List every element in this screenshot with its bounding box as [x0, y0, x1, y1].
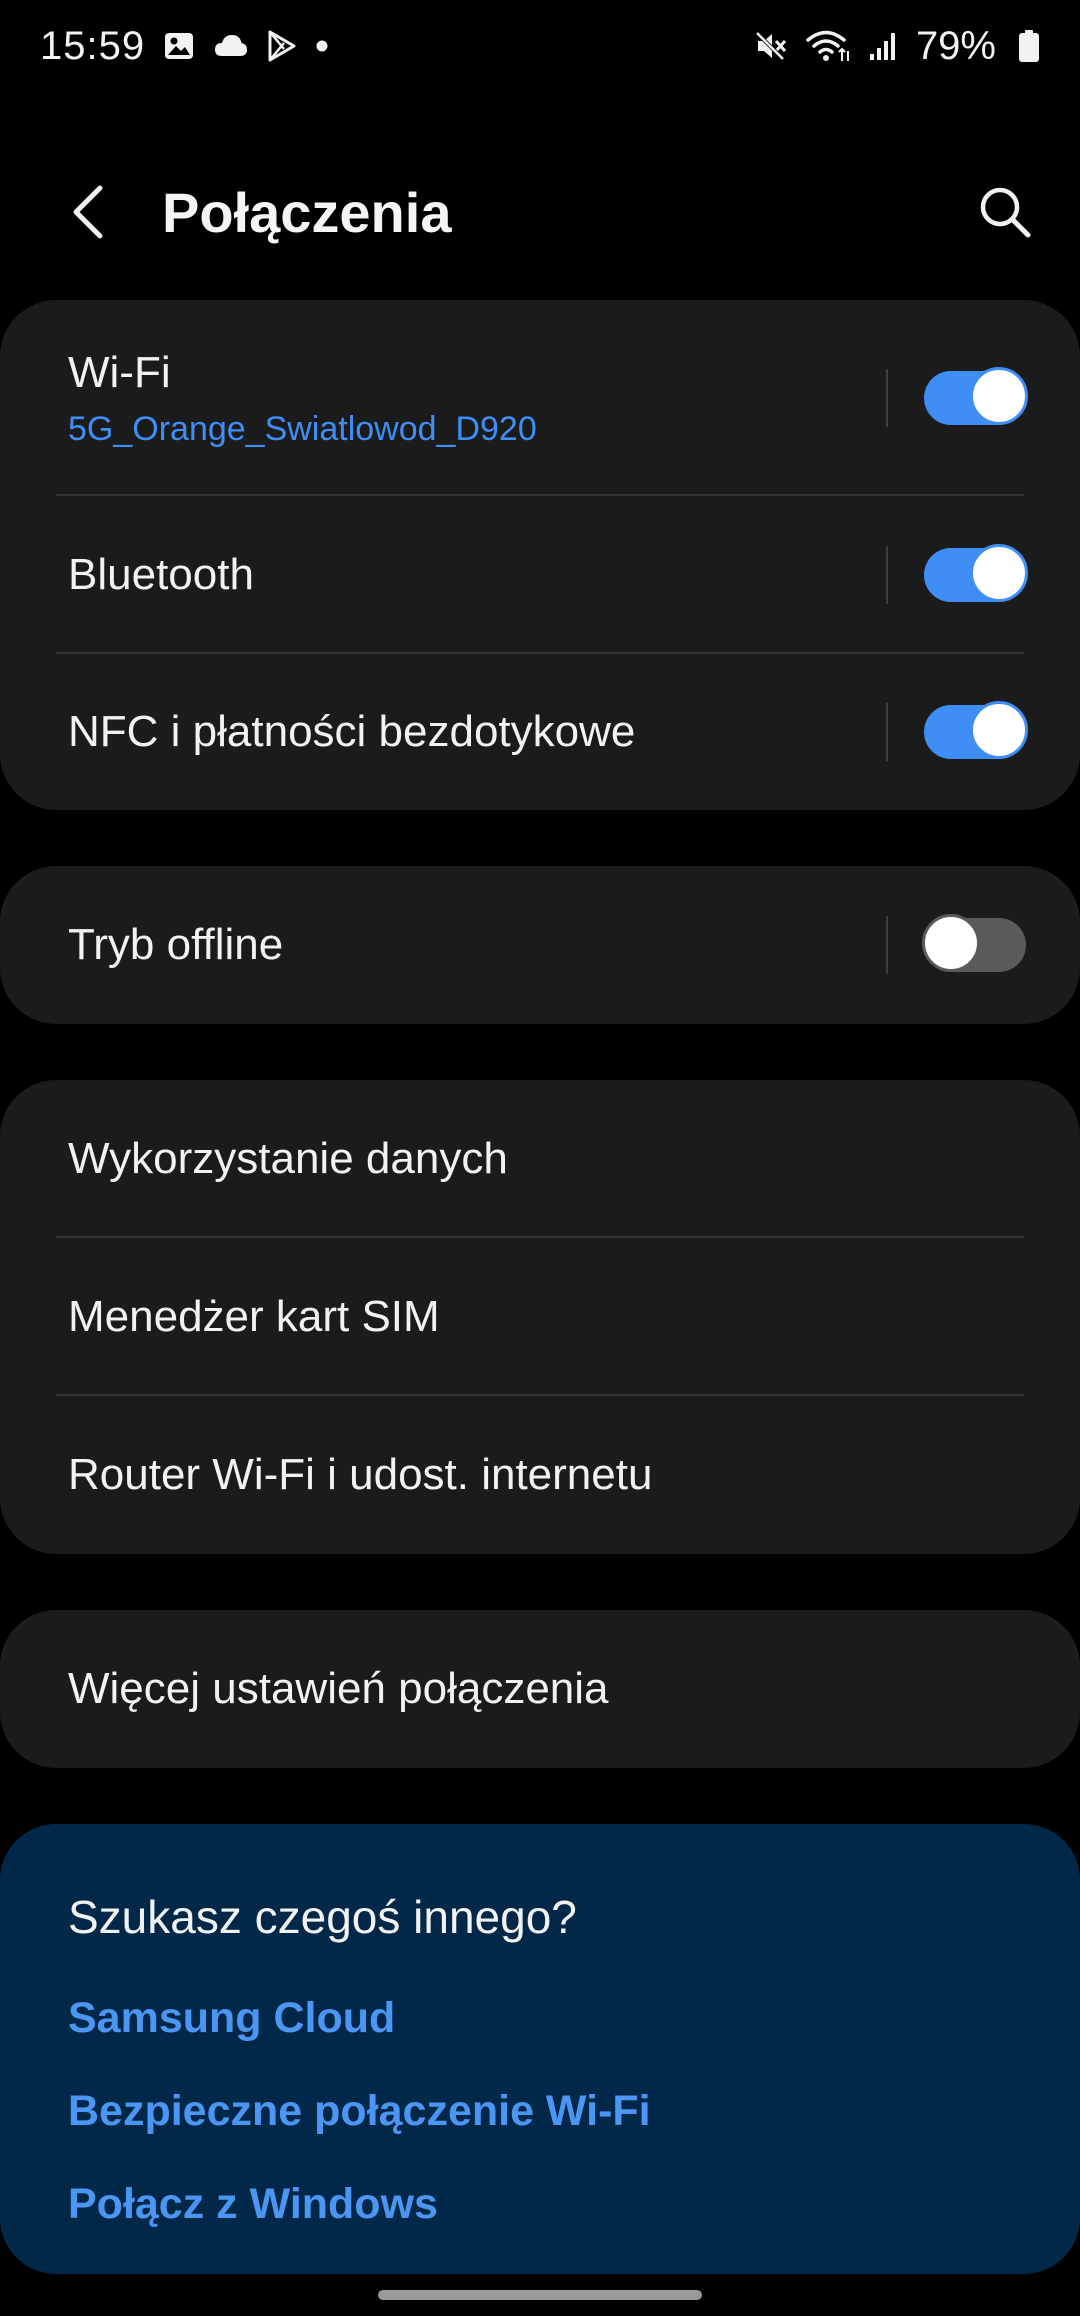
nfc-toggle[interactable]: [924, 701, 1028, 759]
mute-icon: [754, 30, 788, 62]
airplane-toggle[interactable]: [922, 914, 1026, 972]
bluetooth-label: Bluetooth: [68, 550, 254, 599]
secure-wifi-link[interactable]: Bezpieczne połączenie Wi-Fi: [68, 2087, 1012, 2136]
battery-percent: 79%: [915, 23, 996, 68]
status-left: 15:59: [40, 24, 329, 69]
nfc-label: NFC i płatności bezdotykowe: [68, 707, 636, 756]
hotspot-row[interactable]: Router Wi-Fi i udost. internetu: [0, 1396, 1080, 1554]
signal-icon: [868, 30, 898, 62]
play-store-icon: [267, 30, 297, 62]
status-time: 15:59: [40, 23, 146, 68]
airplane-label: Tryb offline: [68, 920, 284, 969]
wifi-toggle[interactable]: [924, 367, 1028, 425]
sim-manager-text: Menedżer kart SIM: [68, 1292, 1026, 1342]
network-card: Wykorzystanie danych Menedżer kart SIM R…: [0, 1080, 1080, 1554]
wifi-network-name: 5G_Orange_Swiatlowod_D920: [68, 409, 537, 448]
airplane-text: Tryb offline: [68, 920, 886, 970]
hotspot-label: Router Wi-Fi i udost. internetu: [68, 1450, 653, 1499]
bluetooth-toggle[interactable]: [924, 544, 1028, 602]
vertical-divider: [886, 546, 888, 604]
bluetooth-text: Bluetooth: [68, 550, 886, 600]
toggle-knob: [970, 367, 1028, 425]
link-to-windows-link[interactable]: Połącz z Windows: [68, 2180, 1012, 2229]
cloud-icon: [213, 32, 249, 60]
hotspot-text: Router Wi-Fi i udost. internetu: [68, 1450, 1026, 1500]
more-card: Więcej ustawień połączenia: [0, 1610, 1080, 1768]
search-button[interactable]: [970, 177, 1040, 247]
vertical-divider: [886, 703, 888, 761]
data-usage-text: Wykorzystanie danych: [68, 1134, 1026, 1184]
more-settings-label: Więcej ustawień połączenia: [68, 1664, 609, 1713]
wifi-row[interactable]: Wi-Fi 5G_Orange_Swiatlowod_D920: [0, 300, 1080, 496]
connections-card: Wi-Fi 5G_Orange_Swiatlowod_D920 Bluetoot…: [0, 300, 1080, 810]
bluetooth-row[interactable]: Bluetooth: [0, 496, 1080, 654]
status-bar: 15:59 79%: [0, 0, 1080, 92]
nfc-row[interactable]: NFC i płatności bezdotykowe: [0, 654, 1080, 810]
nfc-text: NFC i płatności bezdotykowe: [68, 707, 886, 757]
sim-manager-label: Menedżer kart SIM: [68, 1292, 440, 1341]
dot-icon: [315, 39, 329, 53]
app-header: Połączenia: [0, 150, 1080, 274]
image-icon: [163, 30, 195, 62]
status-right: 79%: [754, 24, 1040, 69]
vertical-divider: [886, 369, 888, 427]
wifi-icon: [806, 29, 850, 63]
battery-icon: [1018, 29, 1040, 63]
sim-manager-row[interactable]: Menedżer kart SIM: [0, 1238, 1080, 1396]
toggle-knob: [922, 914, 980, 972]
page-title: Połączenia: [162, 180, 452, 244]
data-usage-row[interactable]: Wykorzystanie danych: [0, 1080, 1080, 1238]
search-icon: [980, 187, 1031, 238]
wifi-label: Wi-Fi: [68, 347, 171, 397]
back-button[interactable]: [56, 180, 120, 244]
wifi-text: Wi-Fi 5G_Orange_Swiatlowod_D920: [68, 348, 886, 449]
offline-card: Tryb offline: [0, 866, 1080, 1024]
more-settings-row[interactable]: Więcej ustawień połączenia: [0, 1610, 1080, 1768]
home-indicator[interactable]: [378, 2290, 702, 2300]
toggle-knob: [970, 701, 1028, 759]
chevron-left-icon: [73, 185, 103, 239]
more-settings-text: Więcej ustawień połączenia: [68, 1664, 1026, 1714]
suggestions-card: Szukasz czegoś innego? Samsung Cloud Bez…: [0, 1824, 1080, 2274]
data-usage-label: Wykorzystanie danych: [68, 1134, 508, 1183]
toggle-knob: [970, 544, 1028, 602]
vertical-divider: [886, 916, 888, 974]
airplane-row[interactable]: Tryb offline: [0, 866, 1080, 1024]
suggestions-title: Szukasz czegoś innego?: [68, 1891, 577, 1943]
samsung-cloud-link[interactable]: Samsung Cloud: [68, 1994, 1012, 2043]
